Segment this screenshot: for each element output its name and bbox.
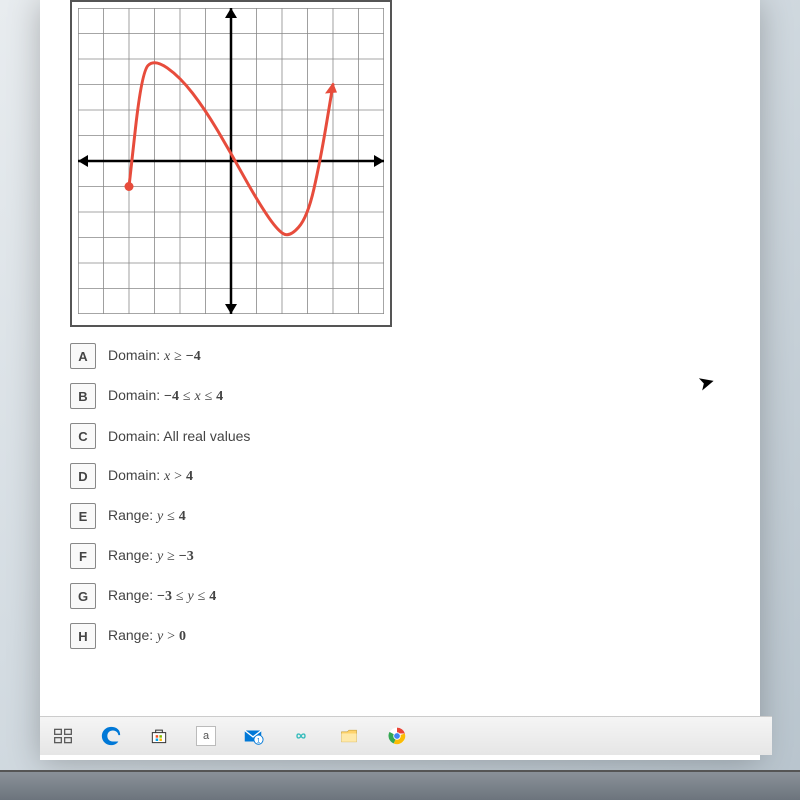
option-row-g[interactable]: G Range: −3 ≤ y ≤ 4 bbox=[70, 583, 760, 609]
option-row-c[interactable]: C Domain: All real values bbox=[70, 423, 760, 449]
option-letter-box[interactable]: G bbox=[70, 583, 96, 609]
option-letter-box[interactable]: D bbox=[70, 463, 96, 489]
option-text: Domain: All real values bbox=[108, 428, 250, 444]
option-letter-box[interactable]: H bbox=[70, 623, 96, 649]
option-text: Domain: −4 ≤ x ≤ 4 bbox=[108, 387, 223, 405]
explorer-icon[interactable] bbox=[338, 725, 360, 747]
store-icon[interactable] bbox=[148, 725, 170, 747]
graph-container bbox=[70, 0, 392, 327]
option-letter-box[interactable]: C bbox=[70, 423, 96, 449]
option-text: Range: y > 0 bbox=[108, 627, 186, 645]
svg-text:1: 1 bbox=[257, 737, 261, 744]
edge-icon[interactable] bbox=[100, 725, 122, 747]
option-text: Range: y ≤ 4 bbox=[108, 507, 186, 525]
content-area: A Domain: x ≥ −4 B Domain: −4 ≤ x ≤ 4 C Domai… bbox=[40, 0, 760, 649]
option-row-e[interactable]: E Range: y ≤ 4 bbox=[70, 503, 760, 529]
option-text: Range: −3 ≤ y ≤ 4 bbox=[108, 587, 216, 605]
chrome-icon[interactable] bbox=[386, 725, 408, 747]
option-row-h[interactable]: H Range: y > 0 bbox=[70, 623, 760, 649]
option-text: Range: y ≥ −3 bbox=[108, 547, 194, 565]
option-letter-box[interactable]: E bbox=[70, 503, 96, 529]
app-a-icon[interactable]: a bbox=[196, 726, 216, 746]
option-row-d[interactable]: D Domain: x > 4 bbox=[70, 463, 760, 489]
answer-options: A Domain: x ≥ −4 B Domain: −4 ≤ x ≤ 4 C Domai… bbox=[70, 343, 760, 649]
option-row-f[interactable]: F Range: y ≥ −3 bbox=[70, 543, 760, 569]
laptop-bezel bbox=[0, 770, 800, 800]
mail-icon[interactable]: 1 bbox=[242, 725, 264, 747]
option-row-a[interactable]: A Domain: x ≥ −4 bbox=[70, 343, 760, 369]
option-text: Domain: x ≥ −4 bbox=[108, 347, 201, 365]
option-letter-box[interactable]: B bbox=[70, 383, 96, 409]
option-letter-box[interactable]: A bbox=[70, 343, 96, 369]
infinity-icon[interactable] bbox=[290, 725, 312, 747]
function-graph bbox=[78, 8, 384, 314]
task-view-icon[interactable] bbox=[52, 725, 74, 747]
option-row-b[interactable]: B Domain: −4 ≤ x ≤ 4 bbox=[70, 383, 760, 409]
taskbar[interactable]: a 1 bbox=[40, 716, 772, 755]
app-screen: A Domain: x ≥ −4 B Domain: −4 ≤ x ≤ 4 C Domai… bbox=[40, 0, 760, 760]
option-text: Domain: x > 4 bbox=[108, 467, 193, 485]
option-letter-box[interactable]: F bbox=[70, 543, 96, 569]
